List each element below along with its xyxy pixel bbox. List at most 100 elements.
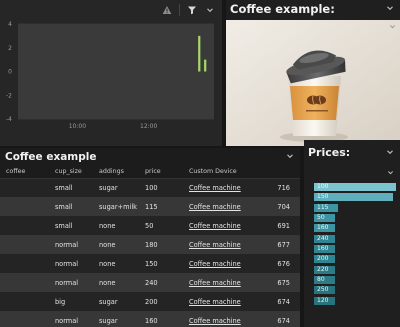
cell-price: 115: [145, 202, 158, 211]
cell-custom-device: Coffee machine: [189, 292, 267, 311]
image-tile: Coffee example:: [226, 0, 400, 146]
custom-device-link[interactable]: Coffee machine: [189, 298, 241, 306]
prices-bar-label: 120: [317, 296, 329, 304]
chevron-down-icon[interactable]: [386, 148, 394, 159]
prices-bar[interactable]: 120: [314, 296, 400, 305]
cell-custom-device: Coffee machine: [189, 254, 267, 273]
prices-bar[interactable]: 220: [314, 265, 400, 274]
prices-bar-list: 100 150 115 50 160 240 160 200 220 80 250 120: [314, 183, 400, 307]
cell-coffee: [0, 197, 55, 216]
prices-bar[interactable]: 115: [314, 203, 400, 212]
cell-cup-size: normal: [55, 278, 79, 287]
prices-bar-label: 160: [317, 224, 329, 232]
cell-coffee: [0, 311, 55, 327]
column-header-cup-size[interactable]: cup_size: [55, 165, 99, 179]
cell-addings: sugar: [99, 183, 118, 192]
x-axis: 10:00 12:00: [69, 123, 158, 130]
prices-bar-label: 150: [317, 193, 329, 201]
warning-icon[interactable]: [161, 4, 173, 16]
cell-coffee: [0, 254, 55, 273]
cell-price: 50: [145, 221, 154, 230]
chevron-down-icon[interactable]: [204, 4, 216, 16]
chart-bar[interactable]: [198, 35, 201, 72]
prices-bar[interactable]: 160: [314, 245, 400, 254]
prices-bar[interactable]: 200: [314, 255, 400, 264]
cell-addings: sugar: [99, 297, 118, 306]
cell-price: 160: [145, 316, 158, 325]
cell-addings: none: [99, 221, 116, 230]
cell-cup-size: small: [55, 183, 73, 192]
chevron-down-icon[interactable]: [387, 169, 394, 178]
coffee-table: coffee cup_size addings price Custom Dev…: [0, 165, 300, 327]
y-tick-label: -4: [6, 116, 12, 123]
coffee-cup-illustration: [226, 20, 400, 146]
custom-device-link[interactable]: Coffee machine: [189, 241, 241, 249]
prices-bar[interactable]: 50: [314, 214, 400, 223]
table-tile-title: Coffee example: [5, 151, 97, 163]
x-tick-label: 12:00: [140, 123, 157, 130]
x-tick-label: 10:00: [69, 123, 86, 130]
cell-price: 200: [145, 297, 158, 306]
prices-bar[interactable]: 150: [314, 193, 400, 202]
cell-count: 691: [277, 221, 290, 230]
coffee-cup-image: [226, 20, 400, 146]
column-header-custom-device[interactable]: Custom Device: [189, 165, 267, 179]
table-row[interactable]: small none 50 Coffee machine 691: [0, 216, 300, 235]
prices-bar[interactable]: 100: [314, 183, 400, 191]
cell-price: 100: [145, 183, 158, 192]
column-header-price[interactable]: price: [145, 165, 189, 179]
table-row[interactable]: normal none 180 Coffee machine 677: [0, 235, 300, 254]
cell-cup-size: big: [55, 297, 66, 306]
custom-device-link[interactable]: Coffee machine: [189, 279, 241, 287]
column-header-coffee[interactable]: coffee: [0, 165, 55, 179]
table-row[interactable]: small sugar+milk 115 Coffee machine 704: [0, 197, 300, 216]
prices-bar[interactable]: 80: [314, 276, 400, 285]
prices-bar-label: 50: [317, 214, 325, 222]
prices-bar[interactable]: 240: [314, 234, 400, 243]
cell-coffee: [0, 273, 55, 292]
prices-bar-label: 220: [317, 265, 329, 273]
cell-price: 150: [145, 259, 158, 268]
y-axis: 4 2 0 -2 -4: [6, 21, 12, 123]
chevron-down-icon[interactable]: [389, 23, 396, 32]
y-tick-label: 4: [8, 21, 12, 28]
cell-addings: sugar: [99, 316, 118, 325]
custom-device-link[interactable]: Coffee machine: [189, 222, 241, 230]
table-row[interactable]: small sugar 100 Coffee machine 716: [0, 178, 300, 197]
chevron-down-icon[interactable]: [286, 152, 294, 163]
custom-device-link[interactable]: Coffee machine: [189, 317, 241, 325]
cell-price: 180: [145, 240, 158, 249]
table-row[interactable]: normal none 240 Coffee machine 675: [0, 273, 300, 292]
table-row[interactable]: normal sugar 160 Coffee machine 674: [0, 311, 300, 327]
prices-bar-label: 200: [317, 255, 329, 263]
prices-bar-label: 100: [317, 183, 329, 190]
prices-tile-title: Prices:: [308, 146, 351, 159]
custom-device-link[interactable]: Coffee machine: [189, 260, 241, 268]
time-series-chart[interactable]: 4 2 0 -2 -4 10:00 12:00: [0, 18, 222, 138]
cell-custom-device: Coffee machine: [189, 311, 267, 327]
cell-coffee: [0, 216, 55, 235]
prices-bar[interactable]: 160: [314, 224, 400, 233]
cell-cup-size: normal: [55, 259, 79, 268]
plot-area: [18, 24, 214, 119]
y-tick-label: 2: [8, 45, 12, 52]
cell-custom-device: Coffee machine: [189, 178, 267, 197]
chevron-down-icon[interactable]: [386, 4, 394, 15]
cell-count: 677: [277, 240, 290, 249]
cell-coffee: [0, 292, 55, 311]
filter-icon[interactable]: [186, 4, 198, 16]
chart-bar[interactable]: [204, 59, 207, 72]
chart-toolbar: [161, 4, 216, 16]
column-header-addings[interactable]: addings: [99, 165, 145, 179]
prices-bar-label: 160: [317, 245, 329, 253]
column-header-count[interactable]: [267, 165, 300, 179]
custom-device-link[interactable]: Coffee machine: [189, 203, 241, 211]
cell-coffee: [0, 235, 55, 254]
cell-addings: none: [99, 240, 116, 249]
custom-device-link[interactable]: Coffee machine: [189, 184, 241, 192]
table-row[interactable]: normal none 150 Coffee machine 676: [0, 254, 300, 273]
image-tile-title: Coffee example:: [230, 2, 335, 16]
prices-bar[interactable]: 250: [314, 286, 400, 295]
cell-cup-size: normal: [55, 240, 79, 249]
table-row[interactable]: big sugar 200 Coffee machine 674: [0, 292, 300, 311]
